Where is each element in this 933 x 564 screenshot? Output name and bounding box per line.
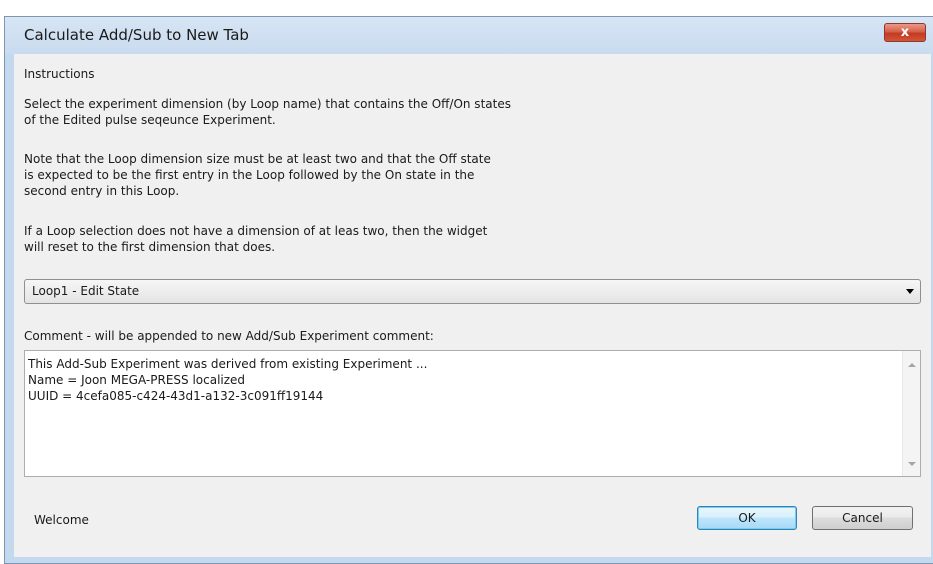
- comment-line: UUID = 4cefa085-c424-43d1-a132-3c091ff19…: [28, 389, 324, 403]
- loop-select-dropdown[interactable]: Loop1 - Edit State: [24, 279, 921, 304]
- instructions-para2-line3: second entry in this Loop.: [24, 184, 180, 198]
- dropdown-arrow-icon[interactable]: [906, 289, 914, 294]
- instructions-para2-line2: is expected to be the first entry in the…: [24, 168, 475, 182]
- comment-line: This Add-Sub Experiment was derived from…: [28, 357, 428, 371]
- close-icon: x: [900, 25, 910, 40]
- scroll-up-arrow-icon[interactable]: [908, 363, 916, 367]
- scroll-down-arrow-icon[interactable]: [908, 462, 916, 466]
- comment-scrollbar[interactable]: [902, 351, 920, 476]
- comment-textarea[interactable]: This Add-Sub Experiment was derived from…: [24, 350, 921, 477]
- close-button[interactable]: x: [884, 23, 926, 42]
- instructions-para3-line2: will reset to the first dimension that d…: [24, 240, 276, 254]
- comment-label: Comment - will be appended to new Add/Su…: [24, 329, 434, 343]
- instructions-para1-line2: of the Edited pulse seqeunce Experiment.: [24, 113, 276, 127]
- instructions-heading: Instructions: [24, 67, 95, 81]
- comment-line: Name = Joon MEGA-PRESS localized: [28, 373, 246, 387]
- dialog-window: Calculate Add/Sub to New Tab x Instructi…: [0, 0, 933, 564]
- cancel-button[interactable]: Cancel: [812, 506, 913, 530]
- instructions-para3-line1: If a Loop selection does not have a dime…: [24, 224, 488, 238]
- ok-button[interactable]: OK: [697, 506, 797, 530]
- loop-select-value: Loop1 - Edit State: [32, 284, 140, 298]
- dialog-body: [14, 54, 931, 557]
- instructions-para1-line1: Select the experiment dimension (by Loop…: [24, 97, 511, 111]
- dialog-title: Calculate Add/Sub to New Tab: [24, 26, 249, 44]
- status-text: Welcome: [34, 513, 89, 527]
- instructions-para2-line1: Note that the Loop dimension size must b…: [24, 152, 491, 166]
